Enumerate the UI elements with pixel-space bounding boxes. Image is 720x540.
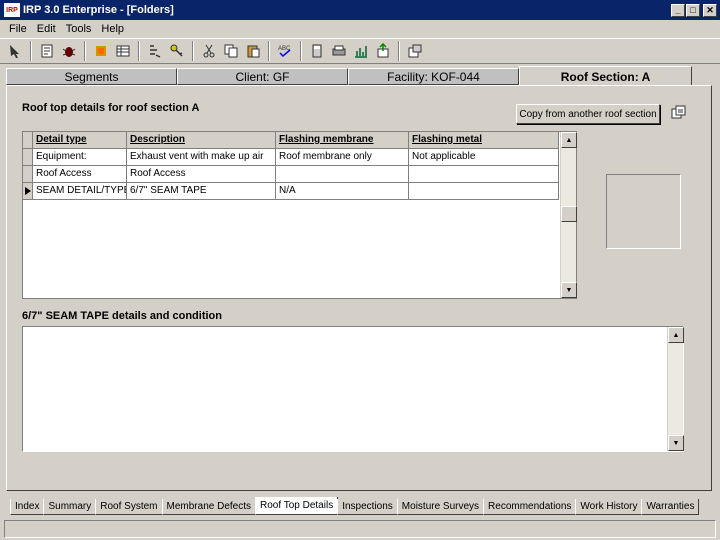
scrollbar-thumb[interactable] bbox=[561, 206, 577, 222]
calculator-icon[interactable] bbox=[306, 40, 328, 62]
toolbar-separator bbox=[268, 41, 270, 61]
scroll-down-arrow-icon[interactable]: ▼ bbox=[561, 282, 577, 298]
menu-file[interactable]: File bbox=[4, 23, 32, 35]
tab-segments[interactable]: Segments bbox=[6, 68, 177, 85]
grid-header-row: Detail type Description Flashing membran… bbox=[23, 132, 559, 149]
row-selector[interactable] bbox=[23, 149, 33, 166]
details-condition-textarea[interactable]: ▲ ▼ bbox=[22, 326, 684, 452]
toolbar-separator bbox=[138, 41, 140, 61]
bug-icon[interactable] bbox=[58, 40, 80, 62]
toolbar-separator bbox=[84, 41, 86, 61]
paste-icon[interactable] bbox=[242, 40, 264, 62]
tab-client[interactable]: Client: GF bbox=[177, 68, 348, 85]
bottom-tabs: Index Summary Roof System Membrane Defec… bbox=[10, 497, 710, 515]
spellcheck-icon[interactable]: ABC bbox=[274, 40, 296, 62]
close-button[interactable]: ✕ bbox=[703, 3, 717, 17]
column-header-description[interactable]: Description bbox=[127, 132, 276, 149]
table-cell[interactable]: Exhaust vent with make up air bbox=[127, 149, 276, 166]
scroll-up-arrow-icon[interactable]: ▲ bbox=[561, 132, 577, 148]
app-logo-icon: IRP bbox=[4, 3, 20, 17]
details-text[interactable] bbox=[23, 327, 683, 333]
copy-from-another-roof-section-button[interactable]: Copy from another roof section bbox=[516, 104, 660, 124]
tab-recommendations[interactable]: Recommendations bbox=[483, 499, 577, 515]
title-bar: IRP IRP 3.0 Enterprise - [Folders] _ □ ✕ bbox=[0, 0, 720, 20]
table-icon[interactable] bbox=[112, 40, 134, 62]
menu-bar: File Edit Tools Help bbox=[0, 20, 720, 38]
toolbar-separator bbox=[30, 41, 32, 61]
column-header-flashing-metal[interactable]: Flashing metal bbox=[409, 132, 559, 149]
details-scrollbar[interactable]: ▲ ▼ bbox=[667, 327, 684, 451]
menu-tools[interactable]: Tools bbox=[61, 23, 97, 35]
table-cell[interactable]: Equipment: bbox=[33, 149, 127, 166]
tab-roof-top-details[interactable]: Roof Top Details bbox=[255, 497, 339, 515]
table-cell[interactable]: Roof membrane only bbox=[276, 149, 409, 166]
new-document-icon[interactable] bbox=[36, 40, 58, 62]
duplicate-icon[interactable] bbox=[670, 104, 688, 122]
table-row[interactable]: Equipment: Exhaust vent with make up air… bbox=[23, 149, 559, 166]
current-row-arrow-icon[interactable] bbox=[23, 183, 33, 200]
tab-moisture-surveys[interactable]: Moisture Surveys bbox=[396, 499, 485, 515]
window-controls: _ □ ✕ bbox=[671, 3, 717, 17]
print-icon[interactable] bbox=[328, 40, 350, 62]
table-cell[interactable]: 6/7" SEAM TAPE bbox=[127, 183, 276, 200]
table-cell[interactable]: Not applicable bbox=[409, 149, 559, 166]
toolbar-separator bbox=[192, 41, 194, 61]
folder-icon[interactable] bbox=[90, 40, 112, 62]
tab-warranties[interactable]: Warranties bbox=[641, 499, 700, 515]
table-cell[interactable]: Roof Access bbox=[33, 166, 127, 183]
list-icon[interactable] bbox=[144, 40, 166, 62]
tab-inspections[interactable]: Inspections bbox=[337, 499, 398, 515]
window-title: IRP 3.0 Enterprise - [Folders] bbox=[23, 4, 174, 16]
menu-edit[interactable]: Edit bbox=[32, 23, 61, 35]
details-heading: 6/7" SEAM TAPE details and condition bbox=[22, 310, 222, 322]
pointer-icon[interactable] bbox=[4, 40, 26, 62]
tab-summary[interactable]: Summary bbox=[43, 499, 97, 515]
image-placeholder bbox=[606, 174, 681, 249]
tab-facility[interactable]: Facility: KOF-044 bbox=[348, 68, 519, 85]
scroll-up-arrow-icon[interactable]: ▲ bbox=[668, 327, 684, 343]
chart-icon[interactable] bbox=[350, 40, 372, 62]
properties-icon[interactable] bbox=[404, 40, 426, 62]
grid-scrollbar[interactable]: ▲ ▼ bbox=[560, 132, 577, 298]
tab-work-history[interactable]: Work History bbox=[575, 499, 643, 515]
page-title: Roof top details for roof section A bbox=[22, 102, 200, 114]
table-row[interactable]: SEAM DETAIL/TYPE 6/7" SEAM TAPE N/A bbox=[23, 183, 559, 200]
tab-membrane-defects[interactable]: Membrane Defects bbox=[161, 499, 256, 515]
status-bar bbox=[4, 520, 716, 538]
table-cell[interactable]: SEAM DETAIL/TYPE bbox=[33, 183, 127, 200]
tab-index[interactable]: Index bbox=[10, 499, 45, 515]
roof-details-grid[interactable]: Detail type Description Flashing membran… bbox=[22, 131, 577, 299]
restore-button[interactable]: □ bbox=[686, 3, 700, 17]
cut-icon[interactable] bbox=[198, 40, 220, 62]
toolbar-separator bbox=[398, 41, 400, 61]
row-selector[interactable] bbox=[23, 166, 33, 183]
table-cell[interactable]: N/A bbox=[276, 183, 409, 200]
tab-roof-section[interactable]: Roof Section: A bbox=[519, 66, 692, 86]
table-cell[interactable] bbox=[409, 166, 559, 183]
tab-roof-system[interactable]: Roof System bbox=[95, 499, 163, 515]
table-cell[interactable] bbox=[409, 183, 559, 200]
toolbar-separator bbox=[300, 41, 302, 61]
section-tabs: Segments Client: GF Facility: KOF-044 Ro… bbox=[6, 66, 692, 86]
toolbar: ABC bbox=[0, 38, 720, 64]
row-selector-header bbox=[23, 132, 33, 149]
copy-icon[interactable] bbox=[220, 40, 242, 62]
export-icon[interactable] bbox=[372, 40, 394, 62]
scroll-down-arrow-icon[interactable]: ▼ bbox=[668, 435, 684, 451]
table-cell[interactable]: Roof Access bbox=[127, 166, 276, 183]
key-icon[interactable] bbox=[166, 40, 188, 62]
column-header-detail-type[interactable]: Detail type bbox=[33, 132, 127, 149]
column-header-flashing-membrane[interactable]: Flashing membrane bbox=[276, 132, 409, 149]
menu-help[interactable]: Help bbox=[96, 23, 129, 35]
table-cell[interactable] bbox=[276, 166, 409, 183]
minimize-button[interactable]: _ bbox=[671, 3, 685, 17]
table-row[interactable]: Roof Access Roof Access bbox=[23, 166, 559, 183]
